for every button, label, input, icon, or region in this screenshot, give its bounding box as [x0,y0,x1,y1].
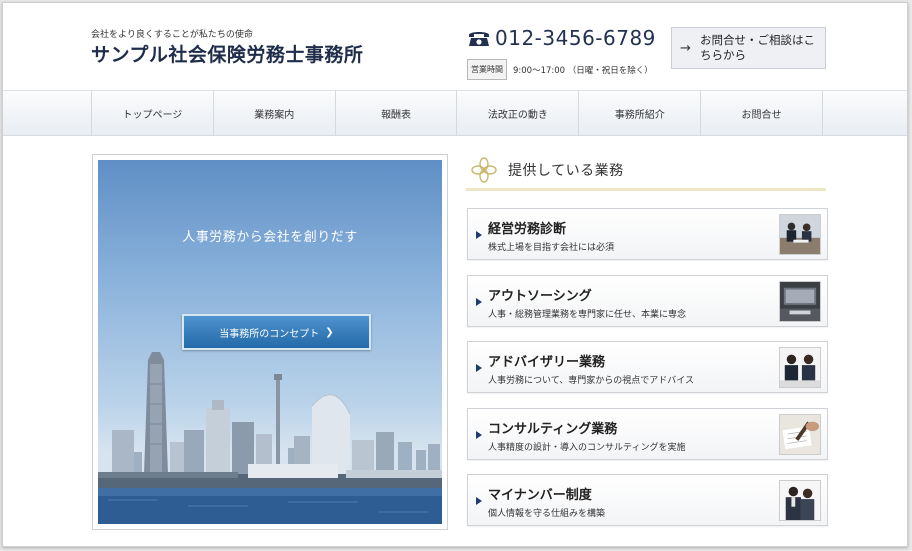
office-photo-icon [779,280,821,322]
service-title: 経営労務診断 [488,222,567,237]
triangle-right-icon [476,497,482,505]
phone-number[interactable]: 012-3456-6789 [495,26,656,50]
services-heading-text: 提供している業務 [508,162,624,179]
meeting-photo-icon [779,214,821,255]
site-title[interactable]: サンプル社会保険労務士事務所 [91,40,363,67]
service-desc: 株式上場を目指す会社には必須 [488,243,615,253]
nav-item-services[interactable]: 業務案内 [214,91,336,135]
global-nav: トップページ 業務案内 報酬表 法改正の動き 事務所紹介 お問合せ [3,90,907,136]
services-list: 経営労務診断 株式上場を目指す会社には必須 アウトソーシング 人事・総務管理業務… [467,208,828,541]
service-item-my-number[interactable]: マイナンバー制度 個人情報を守る仕組みを構築 [467,474,828,526]
service-item-advisory[interactable]: アドバイザリー業務 人事労務について、専門家からの視点でアドバイス [467,341,828,393]
telephone-icon [469,32,489,46]
service-desc: 人事・総務管理業務を専門家に任せ、本業に専念 [488,309,687,320]
triangle-right-icon [476,297,482,306]
triangle-right-icon [476,364,482,372]
site-header: 会社をより良くすることが私たちの使命 サンプル社会保険労務士事務所 012-34… [3,3,907,89]
service-item-management-audit[interactable]: 経営労務診断 株式上場を目指す会社には必須 [467,208,828,260]
tagline: 会社をより良くすることが私たちの使命 [91,30,253,40]
arrow-right-icon: → [680,40,691,56]
business-people-photo-icon [779,480,821,521]
writing-photo-icon [779,413,821,455]
ornament-icon [471,156,497,183]
service-title: アウトソーシング [488,288,592,304]
hours-badge: 営業時間 [467,59,507,80]
contact-button-label: お問合せ・ご相談はこちらから [700,33,815,62]
service-desc: 人事労務について、専門家からの視点でアドバイス [488,376,695,386]
nav-item-about[interactable]: 事務所紹介 [579,91,702,135]
service-title: コンサルティング業務 [488,421,618,437]
service-item-consulting[interactable]: コンサルティング業務 人事精度の設計・導入のコンサルティングを実施 [467,407,828,460]
hero-image: 人事労務から会社を創りだす 当事務所のコンセプト ❯ [98,160,442,524]
nav-item-law-changes[interactable]: 法改正の動き [457,91,580,135]
business-hours: 営業時間 9:00〜17:00 （日曜・祝日を除く） [467,59,653,80]
service-title: マイナンバー制度 [488,488,592,503]
services-heading: 提供している業務 [466,151,826,191]
service-desc: 個人情報を守る仕組みを構築 [488,509,606,519]
city-skyline-illustration [98,352,442,524]
hours-text: 9:00〜17:00 （日曜・祝日を除く） [513,65,653,76]
triangle-right-icon [476,430,482,439]
service-item-outsourcing[interactable]: アウトソーシング 人事・総務管理業務を専門家に任せ、本業に専念 [467,274,828,327]
nav-item-fees[interactable]: 報酬表 [336,91,458,135]
service-desc: 人事精度の設計・導入のコンサルティングを実施 [488,442,686,453]
nav-item-top[interactable]: トップページ [92,91,214,135]
phone-block[interactable]: 012-3456-6789 [467,25,656,51]
service-title: アドバイザリー業務 [488,355,606,370]
hero-panel: 人事労務から会社を創りだす 当事務所のコンセプト ❯ [92,154,448,530]
contact-button[interactable]: → お問合せ・ご相談はこちらから [671,27,826,69]
page-frame: 会社をより良くすることが私たちの使命 サンプル社会保険労務士事務所 012-34… [2,2,908,547]
hero-headline: 人事労務から会社を創りだす [182,230,358,245]
nav-item-contact[interactable]: お問合せ [701,91,823,135]
triangle-right-icon [476,231,482,239]
consultation-photo-icon [779,347,821,388]
